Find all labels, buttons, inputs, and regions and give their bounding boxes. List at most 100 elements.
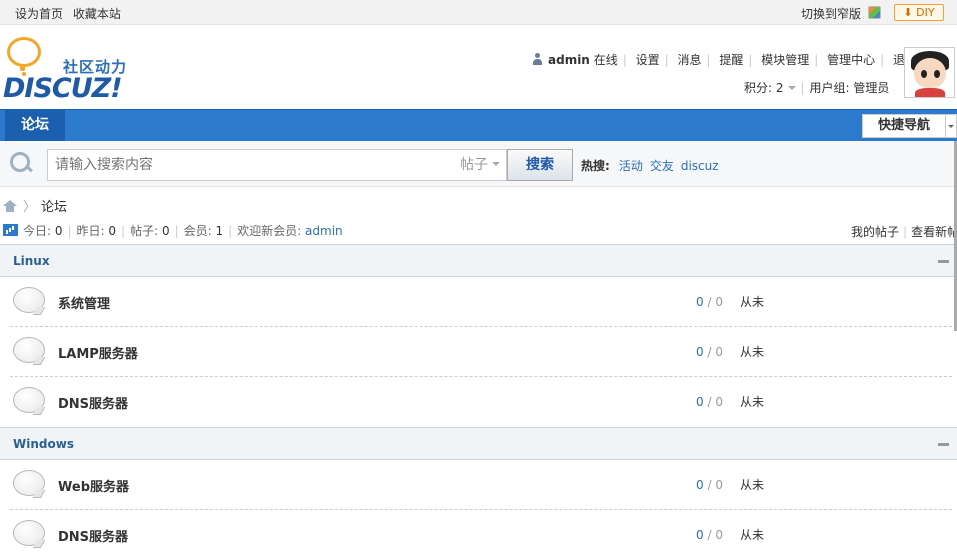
username-link[interactable]: admin [548, 53, 590, 67]
forum-bubble-icon [13, 520, 45, 548]
divider: | [814, 53, 819, 67]
avatar-face [914, 58, 946, 88]
diy-label: DIY [916, 6, 935, 19]
site-logo[interactable]: 社区动力 DISCUZ! [3, 36, 133, 104]
stats-chart-icon [3, 224, 18, 236]
welcome-label: 欢迎新会员: [237, 224, 306, 238]
user-icon [532, 53, 543, 65]
forum-counts: 0 / 0 [696, 295, 723, 309]
forum-counts: 0 / 0 [696, 395, 723, 409]
divider: | [67, 224, 72, 238]
settings-link[interactable]: 设置 [636, 53, 660, 67]
forum-counts: 0 / 0 [696, 345, 723, 359]
forum-row: DNS服务器 0 / 0 从未 [0, 510, 952, 554]
logo-wordmark: DISCUZ! [3, 73, 123, 104]
search-scope-select[interactable]: 帖子 [454, 149, 507, 181]
post-count: 0 [715, 528, 723, 542]
breadcrumb: 〉论坛 [3, 196, 67, 215]
last-post: 从未 [740, 345, 765, 359]
forum-counts: 0 / 0 [696, 478, 723, 492]
collapse-icon[interactable] [938, 443, 949, 446]
last-post: 从未 [740, 295, 765, 309]
divider: | [903, 225, 908, 239]
forum-row: 系统管理 0 / 0 从未 [0, 277, 952, 327]
set-homepage-link[interactable]: 设为首页 [15, 7, 63, 21]
usergroup-link[interactable]: 用户组: 管理员 [810, 81, 890, 95]
search-icon [10, 152, 32, 174]
switch-narrow-link[interactable]: 切换到窄版 [801, 5, 861, 22]
group-title[interactable]: Windows [13, 437, 74, 451]
forum-bubble-icon [13, 387, 45, 415]
hot-term-link[interactable]: discuz [681, 159, 719, 173]
site-header: 社区动力 DISCUZ! admin 在线 | 设置 | 消息 | 提醒 | 模块管理 |… [0, 26, 957, 109]
newest-member-link[interactable]: admin [305, 224, 343, 238]
forum-name-link[interactable]: Web服务器 [58, 476, 129, 495]
last-post: 从未 [740, 528, 765, 542]
forum-row: LAMP服务器 0 / 0 从未 [0, 327, 952, 377]
search-button[interactable]: 搜索 [507, 149, 573, 181]
post-count: 0 [715, 295, 723, 309]
top-toolbar: 设为首页 收藏本站 切换到窄版 ⬇ DIY [0, 0, 957, 25]
divider: | [664, 53, 669, 67]
online-status[interactable]: 在线 [594, 53, 618, 67]
collapse-icon[interactable] [938, 260, 949, 263]
divider: | [121, 224, 126, 238]
divider: | [880, 53, 885, 67]
my-posts-link[interactable]: 我的帖子 [851, 225, 899, 239]
today-label: 今日: [23, 224, 55, 238]
home-icon[interactable] [3, 200, 17, 212]
thread-count: 0 [696, 478, 704, 492]
view-new-posts-link[interactable]: 查看新帖 [911, 225, 957, 239]
logo-bubble-icon [7, 37, 41, 76]
avatar-eye [934, 70, 940, 78]
search-input[interactable] [47, 149, 455, 181]
style-switch-icon[interactable] [868, 6, 881, 19]
forum-name-link[interactable]: DNS服务器 [58, 526, 128, 545]
points-dropdown[interactable]: 积分: 2 [744, 81, 796, 95]
forum-name-link[interactable]: LAMP服务器 [58, 343, 138, 362]
yesterday-count: 0 [108, 224, 117, 238]
group-title[interactable]: Linux [13, 254, 50, 268]
breadcrumb-current[interactable]: 论坛 [41, 200, 67, 215]
hot-term-link[interactable]: 交友 [650, 159, 674, 173]
user-nav: admin 在线| 设置| 消息| 提醒| 模块管理| 管理中心| 退出 [532, 51, 917, 67]
breadcrumb-separator: 〉 [23, 200, 37, 215]
search-scope-value: 帖子 [460, 157, 488, 173]
hot-search: 热搜: 活动 交友 discuz [581, 157, 726, 174]
forum-bubble-icon [13, 470, 45, 498]
avatar-body [915, 88, 945, 97]
bookmark-link[interactable]: 收藏本站 [73, 7, 121, 21]
divider: | [748, 53, 753, 67]
post-count: 0 [715, 345, 723, 359]
last-post: 从未 [740, 395, 765, 409]
hot-term-link[interactable]: 活动 [619, 159, 643, 173]
quick-nav-dropdown-icon[interactable] [946, 114, 957, 138]
diy-button[interactable]: ⬇ DIY [894, 4, 944, 21]
admin-center-link[interactable]: 管理中心 [827, 53, 875, 67]
avatar[interactable] [904, 47, 955, 98]
forum-counts: 0 / 0 [696, 528, 723, 542]
forum-stats: 今日: 0 | 昨日: 0 | 帖子: 0 | 会员: 1 | 欢迎新会员: admin [3, 222, 343, 239]
divider: | [800, 81, 805, 95]
notifications-link[interactable]: 提醒 [719, 53, 743, 67]
chevron-down-icon [492, 162, 500, 166]
today-count: 0 [54, 224, 63, 238]
thread-count: 0 [696, 395, 704, 409]
posts-count: 0 [161, 224, 170, 238]
quick-nav-button[interactable]: 快捷导航 [862, 114, 946, 138]
forum-name-link[interactable]: DNS服务器 [58, 393, 128, 412]
tab-forum[interactable]: 论坛 [5, 110, 65, 141]
divider: | [228, 224, 233, 238]
post-count: 0 [715, 395, 723, 409]
messages-link[interactable]: 消息 [677, 53, 701, 67]
divider: | [706, 53, 711, 67]
members-label: 会员: [183, 224, 216, 238]
forum-name-link[interactable]: 系统管理 [58, 293, 110, 312]
thread-count: 0 [696, 295, 704, 309]
forum-bubble-icon [13, 287, 45, 315]
stats-links: 我的帖子 | 查看新帖 [851, 223, 957, 240]
module-manage-link[interactable]: 模块管理 [761, 53, 809, 67]
points-label: 积分: 2 [744, 81, 784, 95]
posts-label: 帖子: [130, 224, 162, 238]
hot-search-label: 热搜: [581, 159, 610, 173]
